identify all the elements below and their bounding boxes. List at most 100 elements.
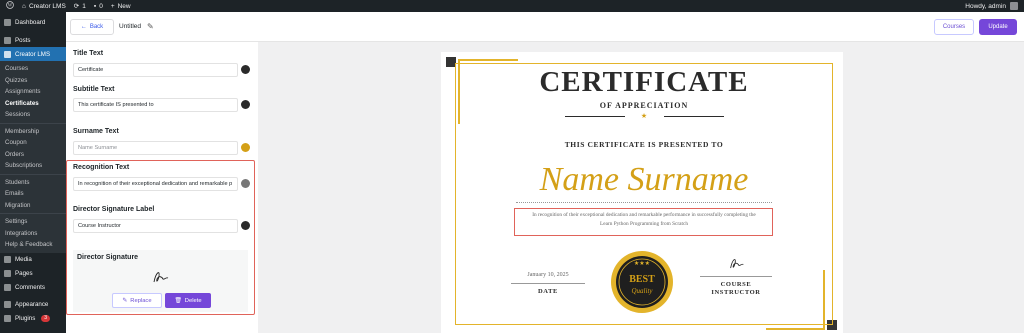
- comments-link[interactable]: ▪ 0: [94, 3, 103, 10]
- brush-icon: [4, 301, 11, 308]
- courses-button[interactable]: Courses: [934, 19, 974, 35]
- sidebar-item-dashboard[interactable]: Dashboard: [0, 15, 66, 29]
- submenu-certificates[interactable]: Certificates: [0, 98, 66, 110]
- arrow-left-icon: ←: [80, 24, 87, 30]
- editor-topbar: [66, 12, 1024, 42]
- sidebar-item-creator-lms[interactable]: Creator LMS: [0, 47, 66, 61]
- submenu-divider: [0, 173, 66, 175]
- pencil-icon[interactable]: ✎: [147, 22, 154, 31]
- wordpress-icon[interactable]: W: [6, 1, 14, 11]
- sidebar-item-comments[interactable]: Comments: [0, 281, 66, 295]
- director-signature-heading: Director Signature: [77, 254, 139, 261]
- badge-text-bottom: Quality: [631, 287, 653, 295]
- frame-line: [455, 63, 833, 64]
- replace-label: Replace: [130, 297, 152, 304]
- site-link[interactable]: ⌂ Creator LMS: [22, 3, 66, 10]
- new-link[interactable]: + New: [111, 3, 131, 10]
- comment-icon: ▪: [93, 2, 97, 10]
- director-signature-label-heading: Director Signature Label: [73, 206, 155, 213]
- submenu-settings[interactable]: Settings: [0, 216, 66, 228]
- trash-icon: 🗑: [174, 297, 182, 304]
- replace-signature-button[interactable]: ✎ Replace: [112, 293, 162, 308]
- submenu-sessions[interactable]: Sessions: [0, 109, 66, 121]
- admin-sidebar: Dashboard Posts Creator LMS Courses Quiz…: [0, 12, 66, 333]
- sidebar-item-label: Media: [15, 256, 32, 263]
- submenu-subscriptions[interactable]: Subscriptions: [0, 160, 66, 172]
- avatar: [1010, 2, 1018, 10]
- sidebar-item-appearance[interactable]: Appearance: [0, 298, 66, 312]
- signature-line: [700, 276, 772, 277]
- submenu-assignments[interactable]: Assignments: [0, 86, 66, 98]
- sidebar-item-plugins[interactable]: Plugins 3: [0, 312, 66, 326]
- dashboard-icon: [4, 18, 11, 26]
- updates-count: 1: [82, 2, 86, 10]
- updates-link[interactable]: ⟳ 1: [73, 2, 86, 11]
- delete-label: Delete: [184, 297, 202, 304]
- surname-text-label: Surname Text: [73, 128, 119, 135]
- certificate-title: CERTIFICATE: [539, 66, 749, 98]
- svg-text:★★★: ★★★: [634, 260, 650, 267]
- surname-text-input[interactable]: Name Surname: [73, 141, 238, 155]
- submenu-migration[interactable]: Migration: [0, 200, 66, 212]
- document-title: Untitled: [119, 23, 142, 30]
- date-label: DATE: [538, 288, 558, 295]
- title-text-input[interactable]: Certificate: [73, 63, 238, 77]
- submenu-membership[interactable]: Membership: [0, 126, 66, 138]
- frame-line: [455, 63, 456, 325]
- sidebar-item-label: Plugins: [15, 315, 36, 322]
- badge-text-top: BEST: [629, 274, 655, 285]
- submenu-integrations[interactable]: Integrations: [0, 228, 66, 240]
- subtitle-text-input[interactable]: This certificate IS presented to: [73, 98, 238, 112]
- media-icon: [4, 256, 11, 263]
- sidebar-item-label: Dashboard: [15, 18, 46, 26]
- instructor-label-line1: COURSE: [720, 281, 752, 288]
- site-name: Creator LMS: [28, 2, 66, 10]
- submenu-help-feedback[interactable]: Help & Feedback: [0, 239, 66, 251]
- svg-text:W: W: [8, 4, 13, 9]
- account-menu[interactable]: Howdy, admin: [965, 2, 1018, 10]
- presented-to-text: THIS CERTIFICATE IS PRESENTED TO: [564, 140, 724, 149]
- frame-line: [766, 328, 825, 330]
- pin-icon: [4, 36, 11, 44]
- submenu-students[interactable]: Students: [0, 177, 66, 189]
- director-signature-label-input[interactable]: Course Instructor: [73, 219, 238, 233]
- back-button[interactable]: ← Back: [70, 19, 114, 35]
- sidebar-item-media[interactable]: Media: [0, 253, 66, 267]
- sidebar-item-posts[interactable]: Posts: [0, 33, 66, 47]
- page-icon: [4, 270, 11, 277]
- frame-line: [458, 59, 518, 61]
- submenu-quizzes[interactable]: Quizzes: [0, 75, 66, 87]
- sidebar-item-label: Appearance: [15, 301, 49, 308]
- signature-image: [153, 272, 169, 283]
- recognition-text-input[interactable]: In recognition of their exceptional dedi…: [73, 177, 238, 191]
- recognition-text-line2: Learn Python Programming from Scratch: [600, 221, 688, 227]
- title-color-picker[interactable]: [241, 65, 250, 74]
- date-line: [511, 283, 585, 284]
- submenu-emails[interactable]: Emails: [0, 188, 66, 200]
- submenu-orders[interactable]: Orders: [0, 149, 66, 161]
- director-label-color-picker[interactable]: [241, 221, 250, 230]
- surname-color-picker[interactable]: [241, 143, 250, 152]
- delete-signature-button[interactable]: 🗑 Delete: [165, 293, 211, 308]
- sidebar-item-label: Pages: [15, 270, 33, 277]
- refresh-icon: ⟳: [73, 3, 80, 10]
- title-text-label: Title Text: [73, 50, 104, 57]
- pencil-icon: ✎: [122, 297, 128, 304]
- submenu-courses[interactable]: Courses: [0, 63, 66, 75]
- home-icon: ⌂: [22, 2, 26, 10]
- update-button[interactable]: Update: [979, 19, 1017, 35]
- recognition-text-line1: In recognition of their exceptional dedi…: [532, 212, 756, 218]
- plugins-update-badge: 3: [41, 315, 51, 322]
- frame-line: [455, 324, 833, 325]
- divider-line: [565, 116, 625, 117]
- name-underline: [516, 202, 772, 203]
- recognition-color-picker[interactable]: [241, 179, 250, 188]
- subtitle-text-label: Subtitle Text: [73, 86, 115, 93]
- sidebar-item-pages[interactable]: Pages: [0, 267, 66, 281]
- subtitle-color-picker[interactable]: [241, 100, 250, 109]
- sidebar-item-label: Posts: [15, 36, 31, 44]
- date-value: January 10, 2025: [527, 272, 569, 278]
- creator-lms-icon: [4, 50, 11, 58]
- submenu-coupon[interactable]: Coupon: [0, 137, 66, 149]
- certificate-signature-image: [730, 259, 744, 269]
